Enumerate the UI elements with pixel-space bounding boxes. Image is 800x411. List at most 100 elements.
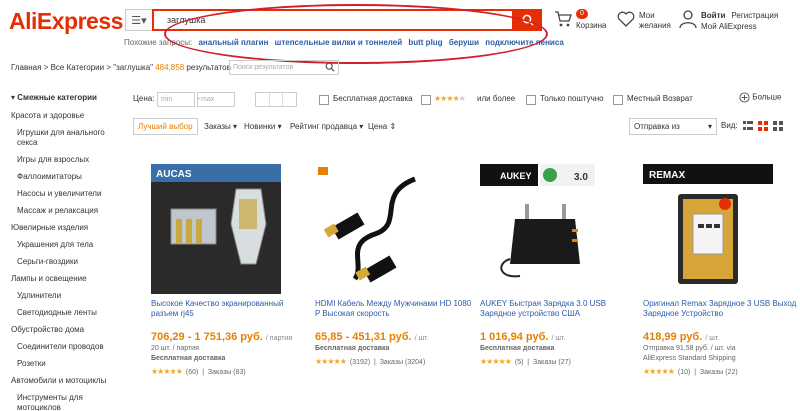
sidebar-category-item[interactable]: Насосы и увеличители — [11, 189, 121, 199]
breadcrumb-home[interactable]: Главная — [11, 63, 41, 72]
star-rating-icon: ★★★★★ — [315, 357, 347, 366]
review-count[interactable]: (3192) — [350, 359, 370, 366]
review-count[interactable]: (10) — [678, 369, 690, 376]
related-link[interactable]: беруши — [449, 38, 479, 47]
local-return-label: Местный Возврат — [627, 94, 693, 103]
sidebar-category-item[interactable]: Красота и здоровье — [11, 111, 121, 121]
sort-seller-rating[interactable]: Рейтинг продавца ▾ — [285, 118, 368, 135]
brand-logo: AUKEY — [500, 171, 532, 181]
star-rating-icon: ★★★★★ — [643, 367, 675, 376]
sidebar-category-item[interactable]: Соединители проводов — [11, 342, 121, 352]
cart-button[interactable]: 0 Корзина — [554, 9, 606, 30]
sidebar-category-item[interactable]: Украшения для тела — [11, 240, 121, 250]
product-price: 418,99 руб. / шт. — [643, 331, 719, 343]
sidebar-category-item[interactable]: Ювелирные изделия — [11, 223, 121, 233]
product-title[interactable]: HDMI Кабель Между Мужчинами HD 1080 P Вы… — [315, 299, 473, 319]
order-count: Заказы (27) — [533, 359, 571, 366]
triangle-down-icon: ▾ — [11, 93, 16, 102]
more-filters-button[interactable]: Больше — [739, 92, 781, 103]
cart-count-badge: 0 — [576, 9, 588, 19]
list-view-icon[interactable] — [743, 121, 753, 131]
product-price: 65,85 - 451,31 руб. / шт. — [315, 331, 429, 343]
wishlist-button[interactable]: Мои желания — [617, 10, 671, 30]
product-rating: ★★★★★ (60) | Заказы (83) — [151, 367, 246, 376]
free-shipping-checkbox[interactable] — [319, 95, 329, 105]
search-icon[interactable] — [325, 62, 335, 72]
account-links: Войти Регистрация — [701, 11, 778, 20]
shipping-method: AliExpress Standard Shipping — [643, 355, 736, 362]
header: AliExpress ☰▾ заглушка Похожие запросы: … — [0, 0, 800, 64]
sidebar-category-item[interactable]: Розетки — [11, 359, 121, 369]
related-searches: Похожие запросы: анальный плагин штепсел… — [124, 38, 564, 47]
price-unit: / шт. — [414, 335, 429, 342]
user-icon — [679, 10, 697, 29]
sidebar-category-item[interactable]: Светодиодные ленты — [11, 308, 121, 318]
sidebar-category-item[interactable]: Автомобили и мотоциклы — [11, 376, 121, 386]
more-filters-label: Больше — [752, 92, 782, 102]
search-input[interactable]: заглушка — [152, 9, 514, 31]
review-count[interactable]: (5) — [515, 359, 524, 366]
breadcrumb: Главная > Все Категории > "заглушка" 484… — [11, 63, 231, 72]
breadcrumb-sep: > — [41, 63, 51, 72]
free-shipping-label: Бесплатная доставка — [480, 345, 555, 352]
related-link[interactable]: butt plug — [408, 38, 442, 47]
sort-seller-rating-label: Рейтинг продавца — [290, 122, 358, 131]
sidebar-category-item[interactable]: Инструменты для мотоциклов — [11, 393, 121, 411]
login-link[interactable]: Войти — [701, 11, 725, 20]
product-image[interactable]: REMAX — [643, 164, 773, 294]
sidebar-category-item[interactable]: Фаллоимитаторы — [11, 172, 121, 182]
search-button[interactable] — [514, 9, 542, 31]
review-count[interactable]: (60) — [186, 369, 198, 376]
price-min-input[interactable]: min — [157, 92, 195, 107]
rating-checkbox[interactable] — [421, 95, 431, 105]
related-link[interactable]: подключите пениса — [485, 38, 564, 47]
category-list: Красота и здоровье Игрушки для анального … — [11, 111, 121, 411]
price-range-segments[interactable] — [255, 92, 297, 107]
sidebar-category-item[interactable]: Удлинители — [11, 291, 121, 301]
product-image[interactable] — [315, 164, 445, 294]
search-within-placeholder: Поиск результатов — [233, 64, 294, 71]
price-max-input[interactable]: max — [197, 92, 235, 107]
product-rating: ★★★★★ (10) | Заказы (22) — [643, 367, 738, 376]
product-image[interactable]: AUCAS — [151, 164, 281, 294]
sort-best-match[interactable]: Лучший выбор — [133, 118, 198, 135]
account-menu[interactable]: Войти Регистрация Мой AliExpress — [679, 9, 778, 31]
register-link[interactable]: Регистрация — [731, 11, 778, 20]
order-count: Заказы (83) — [207, 369, 246, 376]
view-label: Вид: — [721, 121, 738, 130]
categories-menu-button[interactable]: ☰▾ — [125, 9, 152, 31]
product-title[interactable]: AUKEY Быстрая Зарядка 3.0 USB Зарядное у… — [480, 299, 638, 319]
search-within-results-input[interactable]: Поиск результатов — [229, 60, 339, 75]
ship-from-select[interactable]: Отправка из ▾ — [629, 118, 717, 135]
breadcrumb-all-categories[interactable]: Все Категории — [51, 63, 105, 72]
related-link[interactable]: анальный плагин — [198, 38, 268, 47]
product-title[interactable]: Оригинал Remax Зарядное 3 USB Выход Заря… — [643, 299, 800, 319]
order-count: Заказы (3204) — [379, 359, 426, 366]
product-price: 706,29 - 1 751,36 руб. / партия — [151, 331, 292, 343]
sidebar-category-item[interactable]: Массаж и релаксация — [11, 206, 121, 216]
sidebar-category-item[interactable]: Серьги-гвоздики — [11, 257, 121, 267]
sidebar-category-item[interactable]: Игры для взрослых — [11, 155, 121, 165]
sidebar-category-item[interactable]: Лампы и освещение — [11, 274, 121, 284]
gallery-view-icon[interactable] — [773, 121, 783, 131]
single-piece-checkbox[interactable] — [526, 95, 536, 105]
sidebar-category-item[interactable]: Обустройство дома — [11, 325, 121, 335]
sort-bar: Лучший выбор Заказы ▾ Новинки ▾ Рейтинг … — [133, 118, 793, 135]
aliexpress-logo[interactable]: AliExpress — [9, 8, 123, 35]
sort-price[interactable]: Цена ⇕ — [363, 118, 401, 135]
brand-logo: AUCAS — [156, 169, 192, 180]
product-title[interactable]: Высокое Качество экранированный разъем r… — [151, 299, 309, 319]
grid-view-icon[interactable] — [758, 121, 768, 131]
my-aliexpress-link[interactable]: Мой AliExpress — [701, 22, 757, 31]
ship-from-label: Отправка из — [634, 122, 680, 131]
sort-newest[interactable]: Новинки ▾ — [239, 118, 287, 135]
local-return-checkbox[interactable] — [613, 95, 623, 105]
free-shipping-label: Бесплатная доставка — [151, 355, 226, 362]
caret-down-icon: ▾ — [232, 122, 237, 131]
sidebar-category-item[interactable]: Игрушки для анального секса — [11, 128, 121, 148]
price-unit: / шт. — [551, 335, 566, 342]
single-piece-label: Только поштучно — [540, 94, 604, 103]
related-link[interactable]: штепсельные вилки и тоннелей — [275, 38, 402, 47]
product-image[interactable]: AUKEY 3.0 — [480, 164, 610, 294]
sort-orders[interactable]: Заказы ▾ — [199, 118, 242, 135]
